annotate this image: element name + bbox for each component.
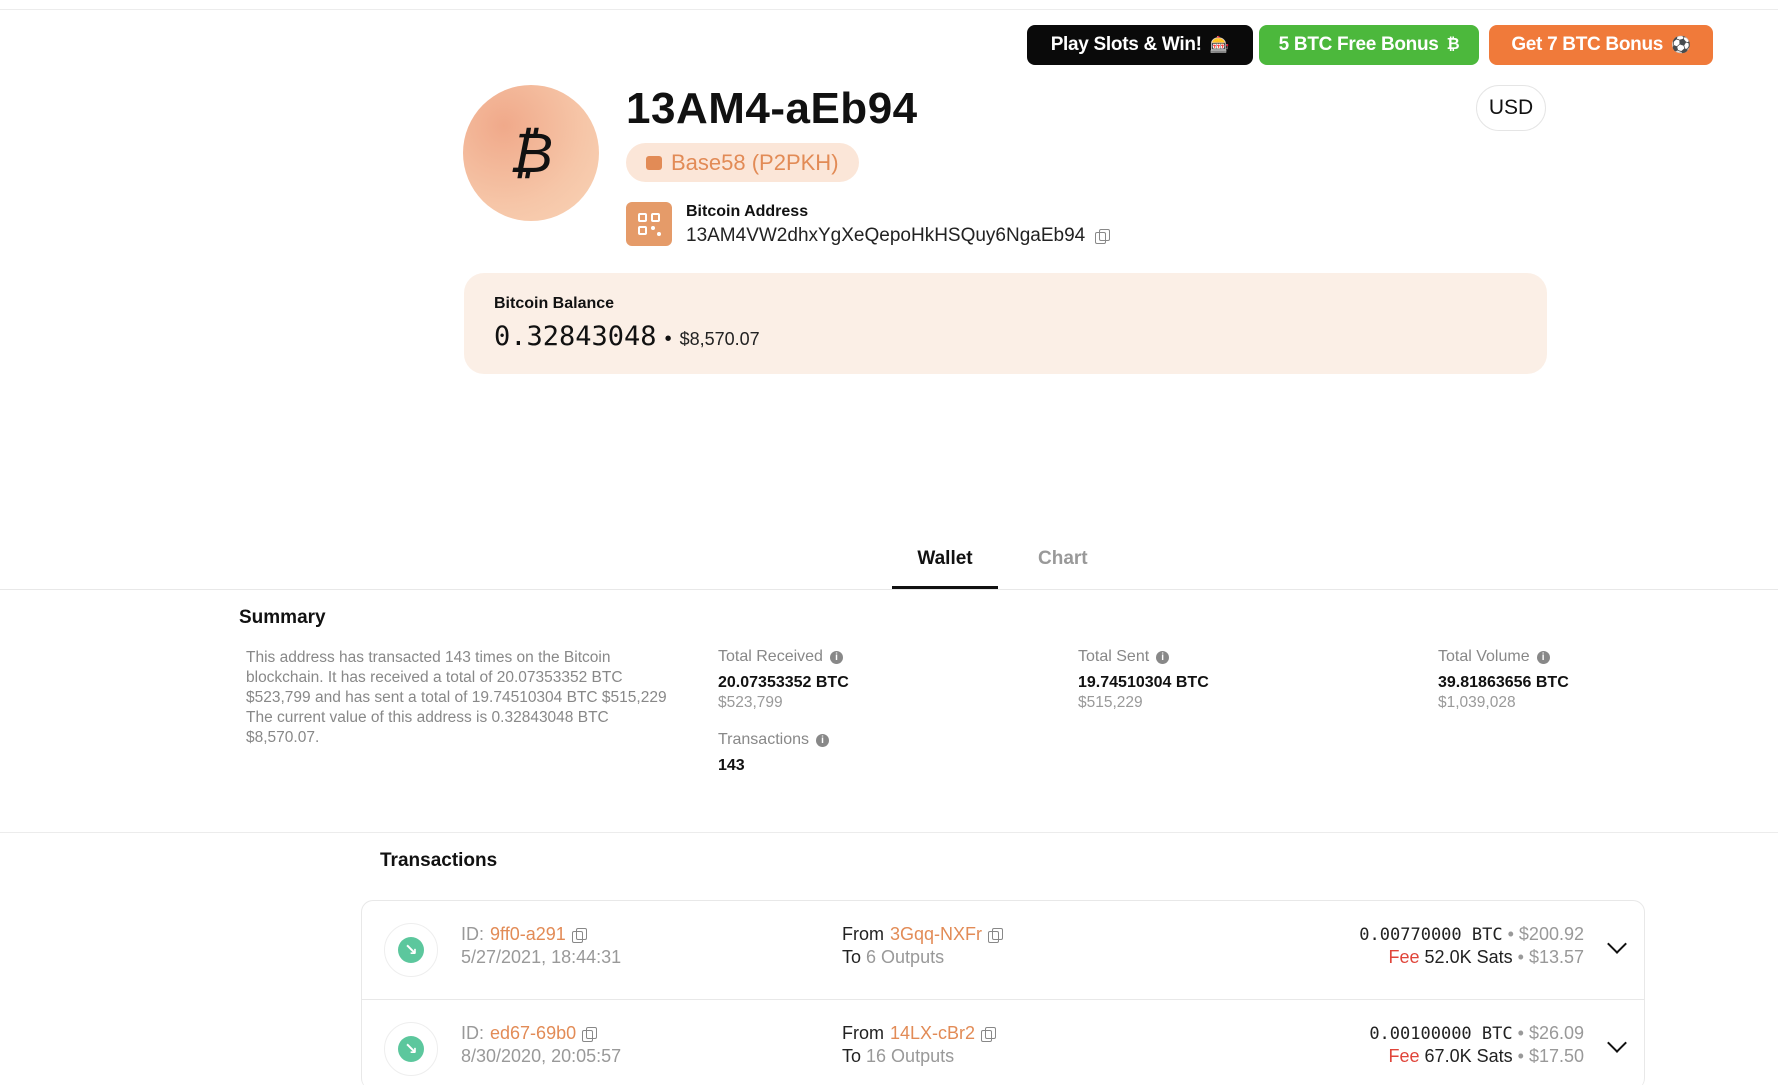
tabs-divider bbox=[0, 589, 1778, 590]
info-icon[interactable]: i bbox=[1536, 650, 1550, 664]
tx-id-link[interactable]: ed67-69b0 bbox=[490, 1023, 576, 1044]
bitcoin-avatar: ₿ bbox=[463, 85, 599, 221]
stat-label: Total Volume bbox=[1438, 648, 1530, 665]
chevron-down-icon[interactable] bbox=[1607, 1033, 1627, 1053]
summary-divider bbox=[0, 832, 1778, 833]
copy-icon[interactable] bbox=[988, 927, 1004, 943]
fee-label: Fee bbox=[1388, 1046, 1420, 1066]
from-address-link[interactable]: 14LX-cBr2 bbox=[890, 1023, 975, 1044]
qr-code-button[interactable] bbox=[626, 202, 672, 246]
amount-usd: $200.92 bbox=[1518, 924, 1584, 944]
tab-chart[interactable]: Chart bbox=[1038, 548, 1088, 570]
get-bonus-button[interactable]: Get 7 BTC Bonus ⚽ bbox=[1489, 25, 1713, 65]
from-label: From bbox=[842, 924, 884, 944]
stat-usd: $515,229 bbox=[1078, 694, 1143, 711]
tx-fee: Fee 52.0K Sats • $13.57 bbox=[1388, 947, 1585, 967]
fee-sats: 52.0K Sats bbox=[1424, 947, 1513, 967]
fee-label: Fee bbox=[1388, 947, 1420, 967]
tx-amount: 0.00770000 BTC • $200.92 bbox=[1359, 924, 1584, 945]
stat-value: 20.07353352 BTC bbox=[718, 674, 849, 691]
tx-fee: Fee 67.0K Sats • $17.50 bbox=[1388, 1046, 1585, 1066]
amount-usd: $26.09 bbox=[1528, 1023, 1584, 1043]
balance-label: Bitcoin Balance bbox=[494, 295, 615, 312]
tx-amount: 0.00100000 BTC • $26.09 bbox=[1369, 1023, 1584, 1044]
fee-sats: 67.0K Sats bbox=[1424, 1046, 1513, 1066]
summary-text: This address has transacted 143 times on… bbox=[246, 649, 667, 746]
qr-code-icon bbox=[638, 213, 661, 236]
fee-usd: $13.57 bbox=[1528, 947, 1584, 967]
to-label: To bbox=[842, 947, 862, 967]
info-icon[interactable]: i bbox=[816, 733, 829, 747]
balance-separator: • bbox=[664, 328, 672, 350]
stat-total-received: Total Received i 20.07353352 BTC $523,799 bbox=[718, 648, 849, 712]
address-label: Bitcoin Address bbox=[686, 203, 809, 220]
full-address-text: 13AM4VW2dhxYgXeQepoHkHSQuy6NgaEb94 bbox=[686, 225, 1086, 246]
stat-usd: $523,799 bbox=[718, 694, 783, 711]
arrow-down-right-icon: ↘ bbox=[398, 1036, 424, 1062]
outputs-count: 16 Outputs bbox=[866, 1046, 955, 1066]
from-label: From bbox=[842, 1023, 884, 1043]
chevron-down-icon[interactable] bbox=[1607, 934, 1627, 954]
slot-machine-icon: 🎰 bbox=[1209, 37, 1230, 54]
stat-usd: $1,039,028 bbox=[1438, 694, 1516, 711]
address-type-badge: Base58 (P2PKH) bbox=[626, 143, 859, 182]
info-icon[interactable]: i bbox=[829, 650, 843, 664]
stat-total-sent: Total Sent i 19.74510304 BTC $515,229 bbox=[1078, 648, 1209, 712]
tx-id-label: ID: bbox=[461, 1023, 485, 1043]
stat-label: Total Sent bbox=[1078, 648, 1150, 665]
fee-usd: $17.50 bbox=[1528, 1046, 1584, 1066]
transactions-title: Transactions bbox=[380, 850, 498, 871]
amount-btc: 0.00100000 BTC bbox=[1369, 1024, 1513, 1044]
top-divider bbox=[0, 9, 1778, 10]
bitcoin-icon: ₿ bbox=[1446, 36, 1460, 53]
transaction-row[interactable]: ↘ ID: ed67-69b0 8/30/2020, 20:05:57 From… bbox=[362, 999, 1644, 1085]
outputs-count: 6 Outputs bbox=[866, 947, 945, 967]
stat-label: Total Received bbox=[718, 648, 823, 665]
balance-usd: $8,570.07 bbox=[679, 329, 760, 349]
get-bonus-label: Get 7 BTC Bonus bbox=[1511, 34, 1664, 55]
amount-btc: 0.00770000 BTC bbox=[1359, 925, 1503, 945]
stat-transactions: Transactions i 143 bbox=[718, 731, 829, 775]
tx-date: 5/27/2021, 18:44:31 bbox=[461, 947, 622, 967]
arrow-down-right-icon: ↘ bbox=[398, 937, 424, 963]
free-bonus-label: 5 BTC Free Bonus bbox=[1278, 34, 1439, 55]
currency-selector[interactable]: USD bbox=[1476, 85, 1546, 131]
summary-title: Summary bbox=[239, 607, 326, 628]
address-value: 13AM4VW2dhxYgXeQepoHkHSQuy6NgaEb94 bbox=[686, 225, 1111, 247]
page-title: 13AM4-aEb94 bbox=[626, 84, 918, 133]
stat-value: 39.81863656 BTC bbox=[1438, 674, 1569, 691]
bitcoin-logo-icon: ₿ bbox=[509, 121, 553, 186]
play-slots-button[interactable]: Play Slots & Win! 🎰 bbox=[1027, 25, 1253, 65]
tx-date: 8/30/2020, 20:05:57 bbox=[461, 1046, 622, 1066]
copy-icon[interactable] bbox=[1095, 229, 1111, 244]
stat-label: Transactions bbox=[718, 731, 809, 748]
to-label: To bbox=[842, 1046, 862, 1066]
stat-total-volume: Total Volume i 39.81863656 BTC $1,039,028 bbox=[1438, 648, 1569, 712]
balance-row: 0.32843048 • $8,570.07 bbox=[494, 321, 760, 352]
balance-card: Bitcoin Balance 0.32843048 • $8,570.07 bbox=[464, 273, 1547, 374]
transaction-row[interactable]: ↘ ID: 9ff0-a291 5/27/2021, 18:44:31 From… bbox=[362, 901, 1644, 999]
from-address-link[interactable]: 3Gqq-NXFr bbox=[890, 924, 982, 945]
soccer-ball-icon: ⚽ bbox=[1671, 37, 1691, 54]
play-slots-label: Play Slots & Win! bbox=[1050, 34, 1202, 55]
copy-icon[interactable] bbox=[571, 927, 587, 943]
tab-wallet[interactable]: Wallet bbox=[892, 548, 998, 570]
transactions-list: ↘ ID: 9ff0-a291 5/27/2021, 18:44:31 From… bbox=[361, 900, 1645, 1085]
address-type-label: Base58 (P2PKH) bbox=[671, 149, 839, 175]
copy-icon[interactable] bbox=[981, 1026, 997, 1042]
tx-id-link[interactable]: 9ff0-a291 bbox=[490, 924, 566, 945]
stat-value: 143 bbox=[718, 757, 745, 774]
stat-value: 19.74510304 BTC bbox=[1078, 674, 1209, 691]
received-indicator: ↘ bbox=[384, 1022, 438, 1076]
balance-btc: 0.32843048 bbox=[494, 321, 657, 352]
received-indicator: ↘ bbox=[384, 923, 438, 977]
free-bonus-button[interactable]: 5 BTC Free Bonus ₿ bbox=[1259, 25, 1479, 65]
wallet-icon bbox=[646, 155, 662, 170]
info-icon[interactable]: i bbox=[1156, 650, 1170, 664]
tx-id-label: ID: bbox=[461, 924, 485, 944]
copy-icon[interactable] bbox=[582, 1026, 598, 1042]
